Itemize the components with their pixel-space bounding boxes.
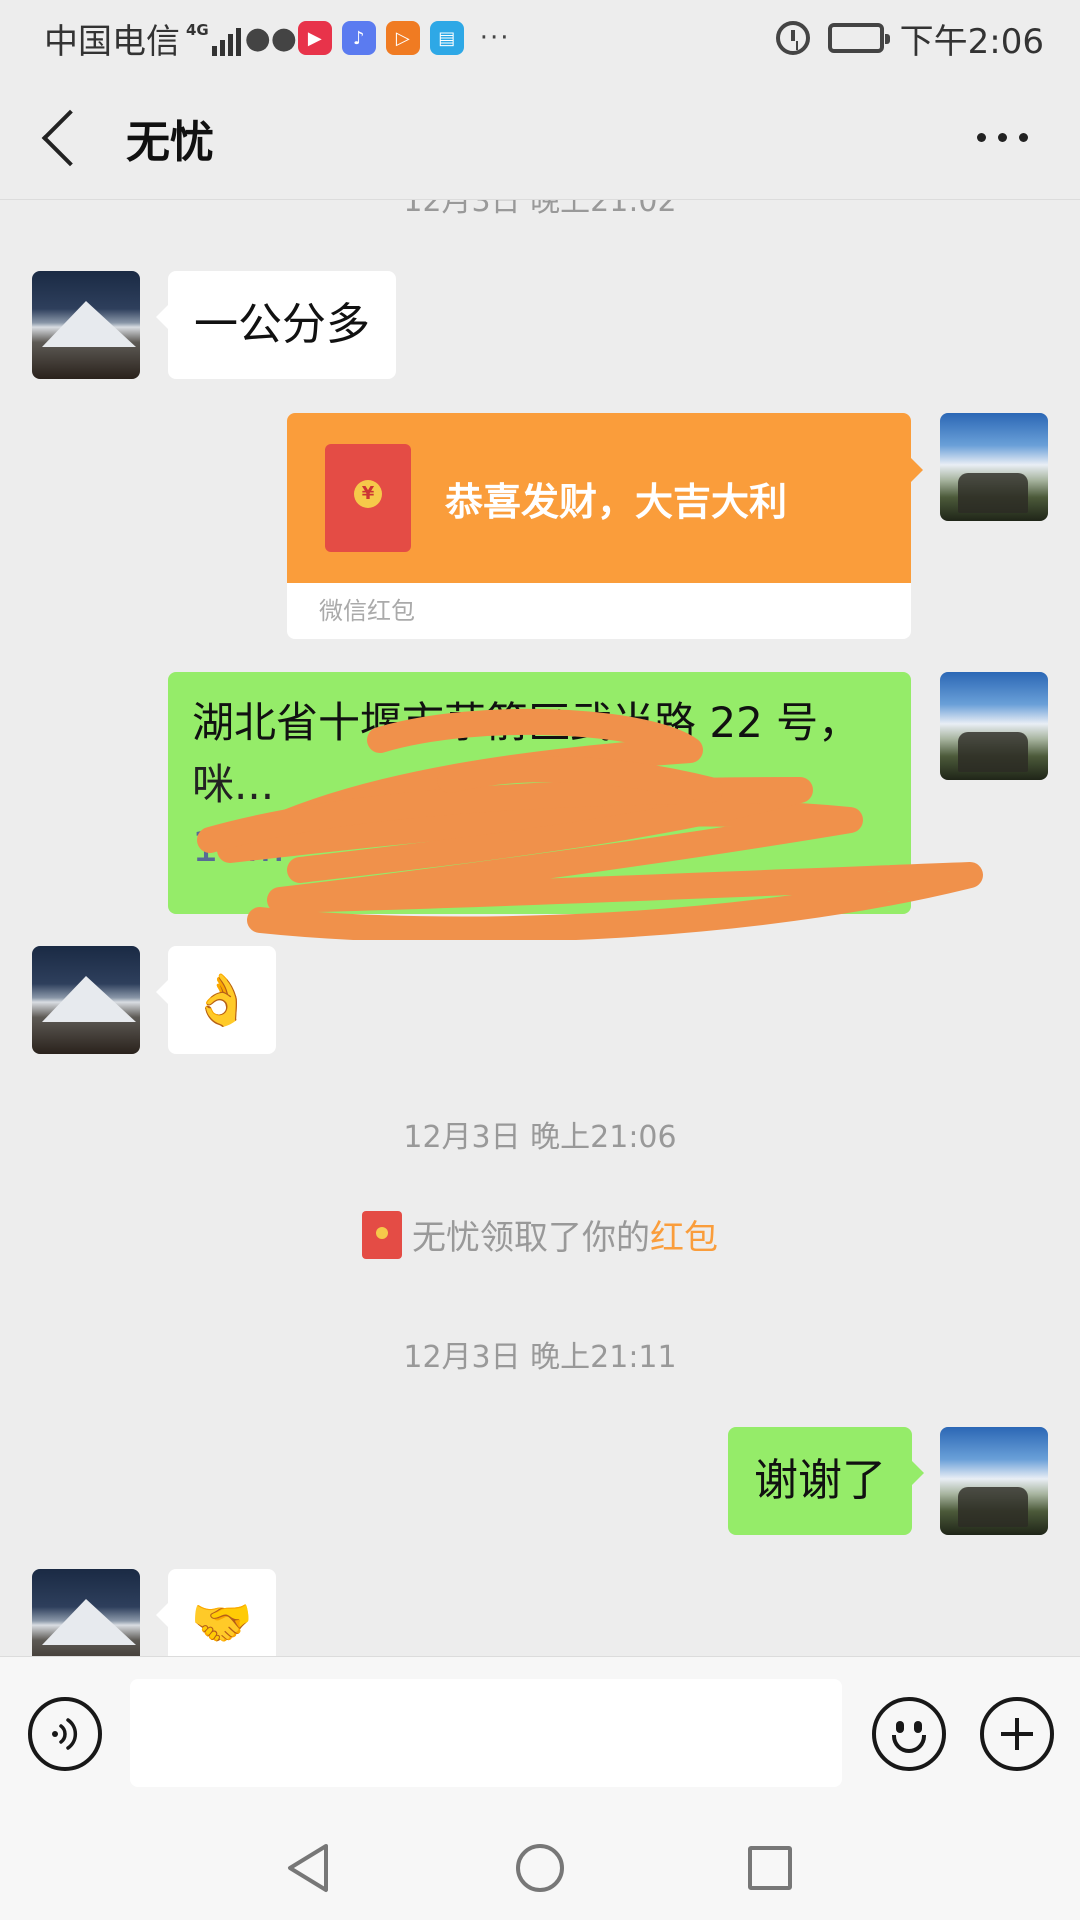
network-type: 4G [186,21,209,39]
wechat-icon: ●● [244,20,297,56]
back-arrow-icon[interactable] [41,109,99,166]
carrier-name: 中国电信 [44,21,180,62]
dot-icon [1019,133,1028,142]
my-avatar[interactable] [940,1427,1048,1535]
delivery-app-icon: ▤ [429,21,464,55]
nav-recent-apps-icon[interactable] [748,1846,792,1890]
more-options-button[interactable] [977,133,1028,142]
player-app-icon: ▷ [385,21,420,55]
message-input[interactable] [130,1679,842,1787]
dot-icon [977,133,986,142]
received-emoji-message[interactable]: 🤝 [156,1569,276,1656]
notification-icons: ●● ▶ ♪ ▷ ▤ ··· [244,20,511,56]
red-packet-title: 恭喜发财，大吉大利 [445,479,788,524]
smiley-icon [896,1721,904,1733]
contact-avatar[interactable] [32,1569,140,1656]
timestamp: 12月3日 晚上21:06 [403,1120,677,1155]
battery-icon [827,23,890,53]
address-line: 咪... [192,760,275,809]
my-avatar[interactable] [940,413,1048,521]
emoji-button[interactable] [872,1697,946,1771]
chat-title: 无忧 [126,116,214,168]
timestamp: 12月3日 晚上21:11 [403,1340,677,1375]
system-message: 无忧领取了你的 红包 [0,1210,1080,1259]
more-functions-button[interactable] [980,1697,1054,1771]
message-list[interactable]: 12月3日 晚上21:02 一公分多 恭喜发财，大吉大利 微信红包 湖北省十堰市… [0,200,1080,1656]
phone-number: 18... [192,822,286,871]
received-message[interactable]: 一公分多 [156,271,396,379]
my-avatar[interactable] [940,672,1048,780]
chat-header: 无忧 [0,76,1080,200]
sent-address-message[interactable]: 湖北省十堰市茅箭区武当路 22 号， 咪... 18... [168,672,911,914]
bubble-tail [911,458,923,482]
status-time: 下午2:06 [899,21,1044,62]
nav-home-icon[interactable] [516,1844,564,1892]
input-bar [0,1656,1080,1808]
voice-icon [52,1718,78,1750]
signal-icon: 4G [186,20,244,56]
timestamp: 12月3日 晚上21:02 [403,200,677,219]
system-message-text: 无忧领取了你的 [412,1218,650,1258]
sent-message[interactable]: 谢谢了 [728,1427,924,1535]
voice-input-button[interactable] [28,1697,102,1771]
red-envelope-icon [325,444,411,552]
status-bar: 中国电信 4G ●● ▶ ♪ ▷ ▤ ··· 下午2:06 [0,0,1080,76]
red-envelope-icon [362,1210,402,1259]
contact-avatar[interactable] [32,271,140,379]
red-packet-label: 微信红包 [319,597,415,625]
alarm-icon [775,21,810,55]
received-emoji-message[interactable]: 👌 [156,946,276,1054]
system-navigation-bar [0,1808,1080,1920]
dot-icon [998,133,1007,142]
red-packet-message[interactable]: 恭喜发财，大吉大利 微信红包 [287,413,911,639]
contact-avatar[interactable] [32,946,140,1054]
nav-back-icon[interactable] [284,1842,332,1894]
music-app-icon: ♪ [341,21,376,55]
address-line: 湖北省十堰市茅箭区武当路 22 号， [192,698,861,747]
more-notifications-icon: ··· [479,23,511,53]
video-app-icon: ▶ [297,21,332,55]
red-packet-link[interactable]: 红包 [650,1210,718,1259]
